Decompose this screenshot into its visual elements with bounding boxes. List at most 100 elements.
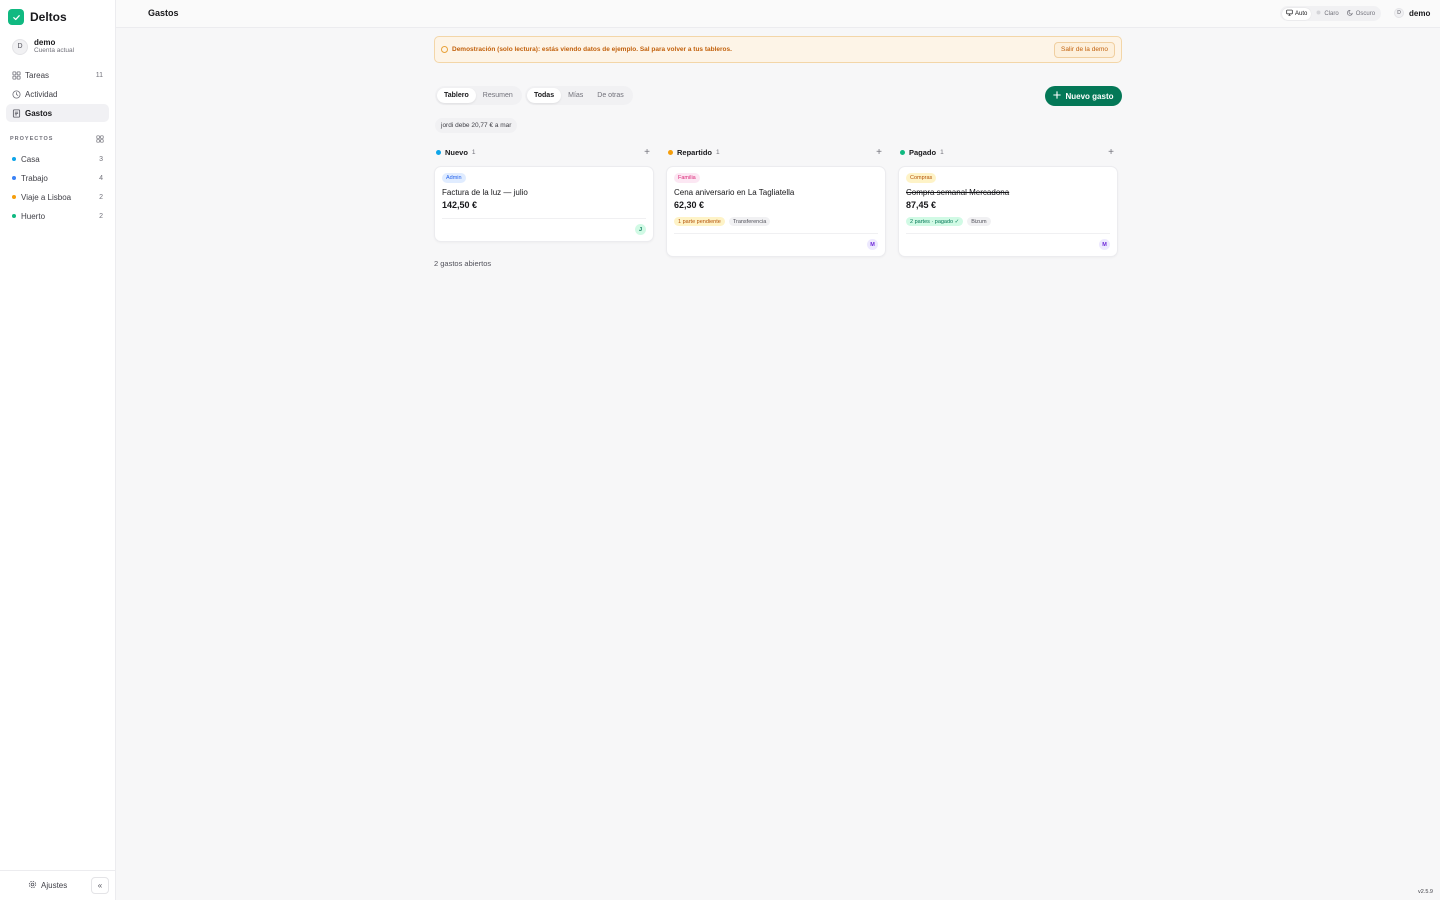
settings-button[interactable]: Ajustes <box>28 880 67 891</box>
column-pagado: Pagado 1 + Compras Compra semanal Mercad… <box>898 145 1118 257</box>
payer-avatar: M <box>1099 239 1110 250</box>
nav-item-tareas[interactable]: Tareas 11 <box>6 66 109 84</box>
project-item-trabajo[interactable]: Trabajo 4 <box>6 169 109 187</box>
account-switcher[interactable]: D demo Cuenta actual <box>12 38 74 55</box>
theme-light-label: Claro <box>1324 10 1339 17</box>
filter-de-otras[interactable]: De otras <box>590 88 630 103</box>
app-name: Deltos <box>30 10 67 24</box>
project-item-viaje-a-lisboa[interactable]: Viaje a Lisboa 2 <box>6 188 109 206</box>
project-color-dot <box>12 157 16 161</box>
user-menu[interactable]: D demo <box>1394 8 1430 18</box>
project-count: 3 <box>99 155 103 163</box>
projects-grid-icon[interactable] <box>95 134 104 143</box>
column-header: Repartido 1 + <box>666 145 886 159</box>
nav-label: Tareas <box>25 70 50 80</box>
new-expense-button[interactable]: Nuevo gasto <box>1045 86 1122 106</box>
tab-tablero[interactable]: Tablero <box>437 88 476 103</box>
column-title: Pagado <box>909 147 937 157</box>
theme-auto-button[interactable]: Auto <box>1282 7 1312 20</box>
nav-item-gastos[interactable]: Gastos <box>6 104 109 122</box>
project-count: 4 <box>99 174 103 182</box>
filter-todas[interactable]: Todas <box>527 88 562 103</box>
payment-method-pill: Bizum <box>967 217 991 226</box>
project-count: 2 <box>99 193 103 201</box>
avatar: D <box>12 38 28 55</box>
moon-icon <box>1346 9 1354 18</box>
payer-avatar: M <box>867 239 878 250</box>
top-bar: Gastos Auto Claro Oscuro D demo <box>116 0 1440 28</box>
sun-icon <box>1315 9 1322 18</box>
expense-title: Cena aniversario en La Tagliatella <box>674 188 795 197</box>
nav-label: Gastos <box>25 108 53 118</box>
account-subtitle: Cuenta actual <box>34 47 75 54</box>
plus-icon <box>1053 91 1062 101</box>
card-pills: 1 parte pendiente Transferencia <box>674 217 771 226</box>
payer-avatar: J <box>635 224 646 235</box>
column-color-dot <box>668 149 673 155</box>
project-item-casa[interactable]: Casa 3 <box>6 150 109 168</box>
demo-banner: Demostración (solo lectura): estás viend… <box>434 36 1122 63</box>
nav-item-actividad[interactable]: Actividad <box>6 85 109 103</box>
column-header: Nuevo 1 + <box>434 145 654 159</box>
theme-dark-button[interactable]: Oscuro <box>1343 8 1379 20</box>
add-card-icon[interactable]: + <box>642 147 652 158</box>
filter-tabs: Todas Mías De otras <box>525 86 633 105</box>
card-divider <box>906 233 1110 234</box>
gear-icon <box>28 880 37 891</box>
nav-label: Actividad <box>25 89 58 99</box>
chevrons-left-icon: « <box>97 881 103 890</box>
column-count: 1 <box>471 148 476 156</box>
tab-resumen[interactable]: Resumen <box>476 88 520 103</box>
projects-header: PROYECTOS <box>10 134 104 143</box>
column-nuevo: Nuevo 1 + Admin Factura de la luz — juli… <box>434 145 654 242</box>
user-name: demo <box>1409 8 1431 18</box>
info-icon <box>441 46 448 53</box>
exit-demo-button[interactable]: Salir de la demo <box>1054 41 1115 58</box>
receipt-icon <box>12 108 21 118</box>
avatar: D <box>1394 8 1404 18</box>
expense-amount: 87,45 € <box>906 200 937 210</box>
brand[interactable]: Deltos <box>8 9 67 25</box>
check-logo-icon <box>8 9 24 25</box>
app-version: v2.5.9 <box>1418 889 1433 895</box>
project-color-dot <box>12 214 16 218</box>
account-name: demo <box>34 38 56 47</box>
column-color-dot <box>436 149 441 155</box>
expense-amount: 62,30 € <box>674 200 705 210</box>
settings-label: Ajustes <box>41 881 68 890</box>
project-label: Casa <box>21 154 40 164</box>
expense-card[interactable]: Familia Cena aniversario en La Tagliatel… <box>666 166 886 257</box>
column-count: 1 <box>716 148 720 156</box>
column-repartido: Repartido 1 + Familia Cena aniversario e… <box>666 145 886 257</box>
nav-count: 11 <box>95 71 103 79</box>
project-item-huerto[interactable]: Huerto 2 <box>6 207 109 225</box>
project-count: 2 <box>99 212 103 220</box>
expense-card[interactable]: Compras Compra semanal Mercadona 87,45 €… <box>898 166 1118 257</box>
theme-light-button[interactable]: Claro <box>1311 8 1342 20</box>
main-nav: Tareas 11 Actividad Gastos <box>6 66 109 123</box>
category-tag: Familia <box>674 173 700 183</box>
project-color-dot <box>12 195 16 199</box>
collapse-sidebar-button[interactable]: « <box>91 877 109 894</box>
theme-switcher: Auto Claro Oscuro <box>1280 6 1382 21</box>
card-divider <box>674 233 878 234</box>
column-title: Repartido <box>677 147 713 157</box>
page-title: Gastos <box>148 8 179 18</box>
add-card-icon[interactable]: + <box>1106 147 1116 158</box>
category-tag: Admin <box>442 173 466 183</box>
project-list: Casa 3 Trabajo 4 Viaje a Lisboa 2 Huerto… <box>6 150 109 226</box>
split-status-pill: 1 parte pendiente <box>674 217 725 226</box>
project-label: Trabajo <box>21 173 48 183</box>
demo-banner-text: Demostración (solo lectura): estás viend… <box>452 46 732 53</box>
split-status-pill: 2 partes · pagado ✓ <box>906 217 964 226</box>
theme-dark-label: Oscuro <box>1355 10 1376 17</box>
project-color-dot <box>12 176 16 180</box>
projects-title: PROYECTOS <box>10 135 54 142</box>
expense-card[interactable]: Admin Factura de la luz — julio 142,50 €… <box>434 166 654 242</box>
add-card-icon[interactable]: + <box>874 147 884 158</box>
card-pills: 2 partes · pagado ✓ Bizum <box>906 217 991 226</box>
column-count: 1 <box>940 148 944 156</box>
column-color-dot <box>900 149 905 155</box>
filter-mias[interactable]: Mías <box>561 88 590 103</box>
balance-summary: jordi debe 20,77 € a mar <box>435 118 518 133</box>
